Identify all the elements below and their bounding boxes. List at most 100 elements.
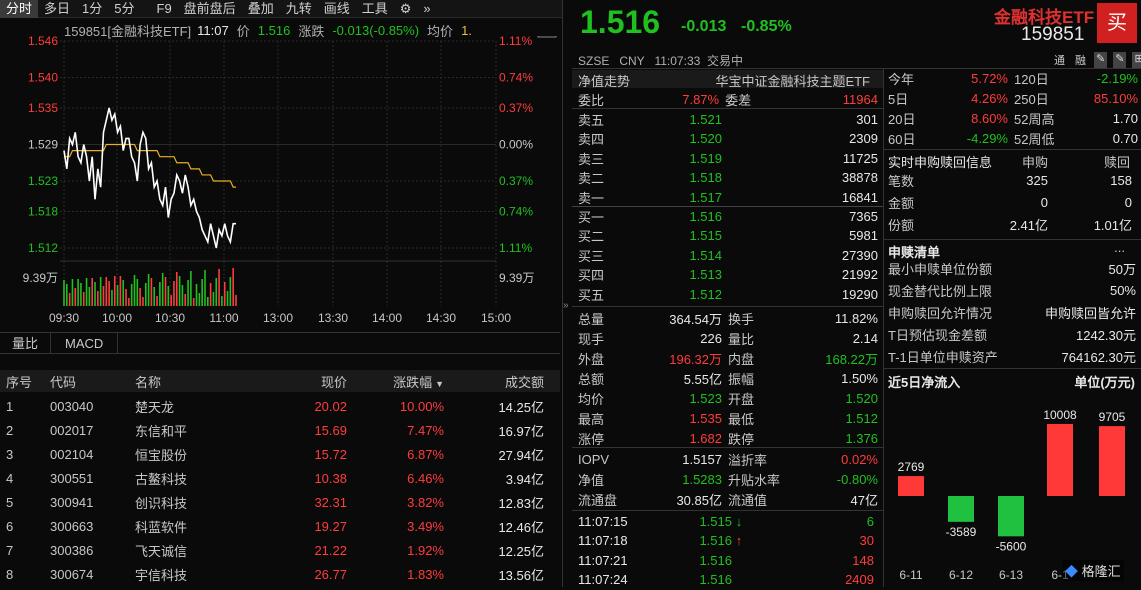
table-row[interactable]: 1 003040 楚天龙 20.02 10.00% 14.25亿 [0, 394, 560, 418]
table-cell: 3 [6, 446, 14, 462]
toolbar-tab[interactable]: 工具 [356, 0, 394, 18]
list-value: 50万 [1108, 261, 1136, 277]
volume-bar [147, 274, 150, 306]
col-code[interactable]: 代码 [50, 372, 130, 391]
volume-bar [221, 296, 223, 306]
finance-icon[interactable]: 融 [1073, 52, 1088, 68]
flow-label: -5600 [996, 539, 1027, 553]
table-row[interactable]: 8 300674 宇信科技 26.77 1.83% 13.56亿 [0, 562, 560, 586]
gear-icon[interactable]: ⚙ [394, 0, 418, 18]
table-cell: 27.94亿 [498, 447, 544, 463]
volume-bar [159, 282, 161, 306]
y-tick-left: 1.540 [28, 71, 58, 85]
toolbar-tab[interactable]: 分时 [0, 0, 39, 18]
toolbar-tab[interactable]: 5分 [108, 0, 140, 18]
intraday-chart[interactable]: 1.546 1.11% 1.540 0.74% 1.535 0.37% 1.529 0.00%… [0, 36, 562, 328]
table-cell: 5 [6, 494, 14, 510]
volume-bar [125, 289, 127, 306]
redeem-h1: 申购 [1022, 155, 1049, 170]
buy-button[interactable]: 买 [1097, 3, 1137, 43]
tab-macd[interactable]: MACD [51, 333, 119, 353]
perf-label: 20日 [888, 111, 916, 127]
book-row[interactable]: 买四 1.513 21992 [578, 265, 878, 285]
table-row[interactable]: 2 002017 东信和平 15.69 7.47% 16.97亿 [0, 418, 560, 442]
volume-bar [68, 293, 71, 306]
book-row[interactable]: 卖三 1.519 11725 [578, 148, 878, 168]
book-row[interactable]: 买一 1.516 7365 [578, 206, 878, 226]
wp-icon[interactable] [537, 36, 557, 38]
book-level: 买一 [578, 209, 605, 225]
stat-label: 净值 [578, 472, 605, 488]
col-price[interactable]: 现价 [250, 372, 347, 391]
volume-bar [119, 276, 122, 306]
more-button[interactable]: ... [1114, 240, 1125, 255]
volume-bar [97, 291, 99, 306]
book-price: 1.519 [689, 150, 722, 166]
table-cell: 10.00% [399, 398, 444, 414]
book-row[interactable]: 卖二 1.518 38878 [578, 168, 878, 188]
stat-row: 均价 1.523 开盘 1.520 [578, 388, 878, 408]
x-tick: 13:00 [263, 311, 293, 325]
sort-desc-icon: ▼ [435, 378, 444, 389]
volume-bar [190, 271, 192, 306]
book-level: 卖四 [578, 132, 605, 147]
book-row[interactable]: 买二 1.515 5981 [578, 226, 878, 246]
toolbar-tab[interactable]: 1分 [76, 0, 108, 18]
more-icon[interactable]: » [417, 0, 436, 18]
book-volume: 19290 [841, 286, 878, 302]
volume-bar [187, 280, 189, 306]
col-change-pct[interactable]: 涨跌幅 ▼ [347, 372, 444, 391]
grid-icon[interactable]: ⊞ [1132, 52, 1141, 68]
table-cell: 13.56亿 [498, 567, 544, 583]
stat-label: 最低 [728, 411, 755, 427]
toolbar-tab[interactable]: 画线 [318, 0, 356, 18]
stat-value: 0.02% [841, 451, 878, 467]
tab-volume-ratio[interactable]: 量比 [0, 333, 52, 353]
toolbar-tab[interactable]: F9 [151, 0, 178, 18]
margin-icon[interactable]: 通 [1052, 52, 1067, 68]
perf-label: 250日 [1014, 91, 1049, 107]
book-row[interactable]: 卖五 1.521 301 [578, 109, 878, 129]
table-row[interactable]: 3 002104 恒宝股份 15.72 6.87% 27.94亿 [0, 442, 560, 466]
book-row[interactable]: 买三 1.514 27390 [578, 245, 878, 265]
note-icon[interactable]: ✎ [1113, 52, 1127, 68]
table-row[interactable]: 6 300663 科蓝软件 19.27 3.49% 12.46亿 [0, 514, 560, 538]
table-row[interactable]: 5 300941 创识科技 32.31 3.82% 12.83亿 [0, 490, 560, 514]
volume-bar [170, 295, 172, 306]
col-turnover[interactable]: 成交额 [444, 372, 544, 391]
table-cell: 7 [6, 542, 14, 558]
nav-row[interactable]: 净值走势 华宝中证金融科技主题ETF [572, 70, 884, 89]
flow-label: 2769 [898, 460, 925, 474]
table-cell: 16.97亿 [498, 423, 544, 439]
arrow-up-icon: ↑ [735, 533, 743, 548]
book-row[interactable]: 卖四 1.520 2309 [578, 129, 878, 149]
stat-row: 净值 1.5283 升贴水率 -0.80% [578, 469, 878, 489]
collapse-arrow-icon[interactable]: » [563, 300, 569, 311]
flow-bar [898, 476, 924, 496]
toolbar-tab[interactable]: 盘前盘后 [178, 0, 242, 18]
col-index[interactable]: 序号 [0, 372, 50, 391]
stat-label: 跌停 [728, 431, 755, 447]
toolbar-tab[interactable]: 九转 [280, 0, 318, 18]
perf-value: -2.19% [1096, 70, 1138, 86]
book-row[interactable]: 卖一 1.517 16841 [578, 187, 878, 207]
volume-bar [99, 277, 102, 306]
edit-icon[interactable]: ✎ [1094, 52, 1108, 68]
col-name[interactable]: 名称 [130, 372, 250, 391]
volume-bar [223, 282, 226, 306]
book-row[interactable]: 买五 1.512 19290 [578, 284, 878, 304]
table-header: 序号 代码 名称 现价 涨跌幅 ▼ 成交额 [0, 370, 560, 392]
volume-bar [204, 270, 206, 306]
price-line [63, 107, 236, 249]
flow-bar [1099, 426, 1125, 496]
toolbar-tab[interactable]: 多日 [38, 0, 76, 18]
tick-volume: 2409 [845, 572, 874, 587]
x-tick: 14:00 [372, 311, 402, 325]
toolbar-tab[interactable]: 叠加 [242, 0, 280, 18]
x-tick: 10:00 [102, 311, 132, 325]
table-row[interactable]: 4 300551 古鳌科技 10.38 6.46% 3.94亿 [0, 466, 560, 490]
redeem-label: 金额 [888, 195, 915, 211]
y-tick-left: 1.523 [28, 174, 58, 188]
table-row[interactable]: 7 300386 飞天诚信 21.22 1.92% 12.25亿 [0, 538, 560, 562]
volume-bar [192, 298, 195, 306]
